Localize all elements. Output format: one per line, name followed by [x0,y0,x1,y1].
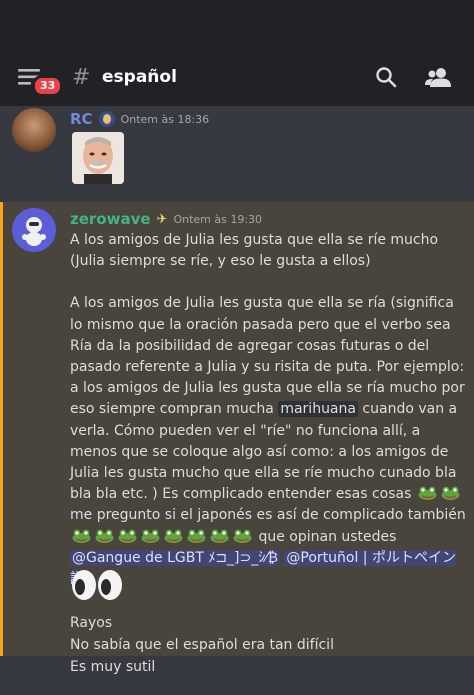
search-icon [376,67,397,88]
avatar[interactable] [12,108,56,152]
frog-emoji-icon [233,529,252,543]
message-content: A los amigos de Julia les gusta que ella… [70,230,466,590]
paragraph: A los amigos de Julia les gusta que ella… [70,232,439,270]
message-rc: RC Ontem às 18:36 [0,106,474,198]
airplane-icon: ✈ [156,211,168,227]
members-button[interactable] [418,57,458,97]
username[interactable]: RC [70,110,93,128]
timestamp: Ontem às 18:36 [120,112,210,126]
message-line: Rayos [70,615,113,631]
status-bar [0,0,474,48]
frog-emoji-icon [418,486,437,501]
hash-icon: # [72,64,91,90]
frog-emoji-icon [187,529,206,543]
members-icon [425,68,451,87]
channel-name: español [102,67,177,87]
message-list[interactable]: RC Ontem às 18:36 zerowave ✈ Ontem às 19… [0,106,474,695]
hamburger-button[interactable]: 33 [18,57,64,97]
paragraph: A los amigos de Julia les gusta que ella… [70,293,466,590]
frog-emoji-icon [118,529,137,543]
frog-emoji-row [70,529,254,545]
frog-emoji-icon [441,486,460,501]
search-button[interactable] [366,57,406,97]
frog-emoji-icon [210,529,229,543]
highlighted-word: marihuana [278,401,358,418]
badge-icon [98,111,115,127]
frog-emoji-icon [72,529,91,543]
avatar[interactable] [12,208,56,252]
unread-badge: 33 [32,75,64,97]
role-mention[interactable]: @Gangue de LGBT ﾒ⊐_]⊃_ｼ⁄₿ [70,549,280,566]
channel-header: 33 # español [0,48,474,106]
harold-sticker[interactable] [72,132,124,184]
frog-emoji-icon [164,529,183,543]
message-line: No sabía que el español era tan difícil [70,637,334,653]
frog-emoji-icon [95,529,114,543]
username[interactable]: zerowave [70,210,151,228]
frog-emoji-icon [141,529,160,543]
timestamp: Ontem às 19:30 [173,212,263,226]
eyes-emoji-icon [72,570,122,600]
message-line: Es muy sutil [70,659,156,675]
